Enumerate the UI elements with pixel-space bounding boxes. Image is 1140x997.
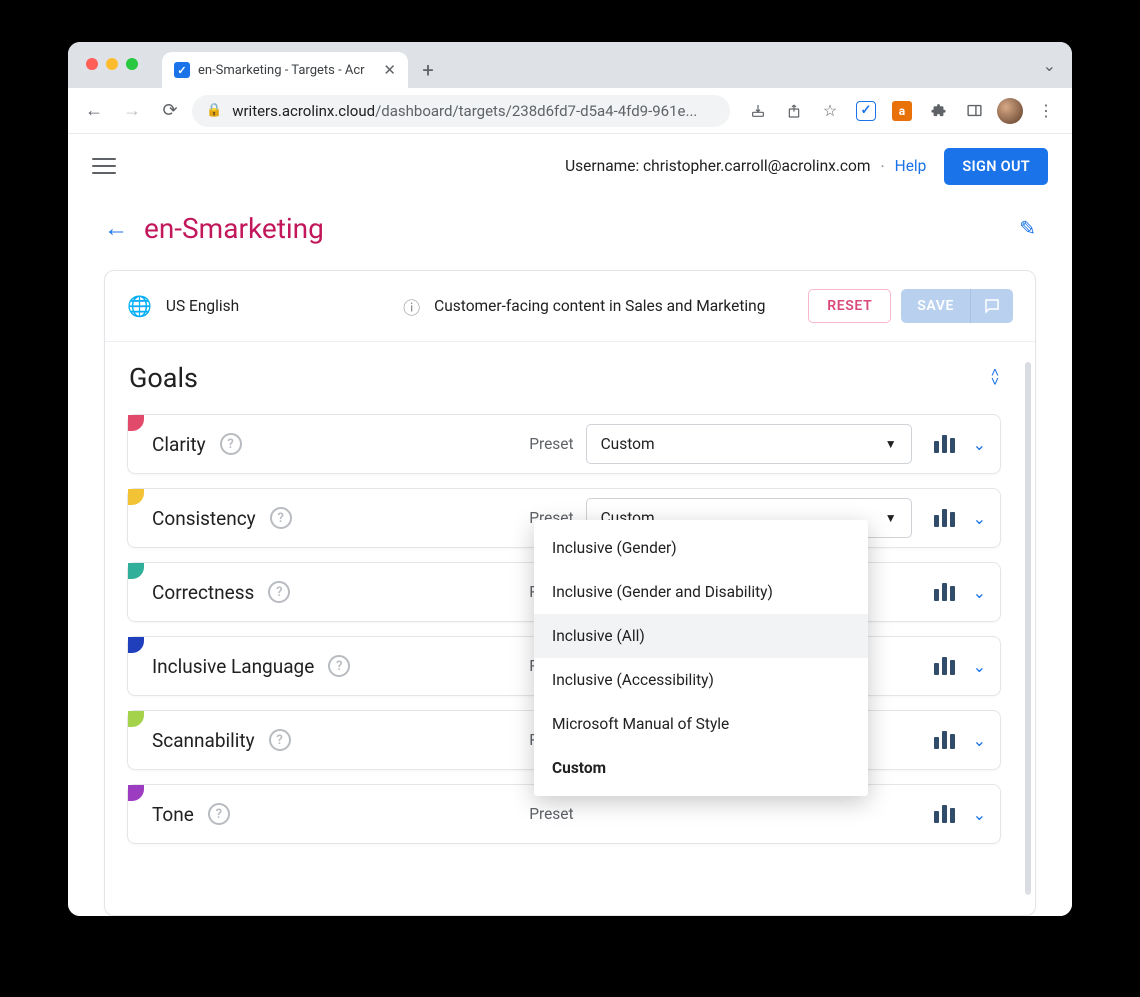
toolbar-right: ☆ ✓ a ⋮ — [742, 95, 1062, 127]
page-title-bar: ← en-Smarketing ✎ — [68, 198, 1072, 258]
extension-acrolinx-icon[interactable]: ✓ — [850, 95, 882, 127]
goal-row-clarity: Clarity ? Preset Custom▼ ⌄ — [127, 414, 1001, 474]
goal-help-icon[interactable]: ? — [328, 655, 350, 677]
bookmark-star-icon[interactable]: ☆ — [814, 95, 846, 127]
tab-close-icon[interactable]: ✕ — [383, 61, 396, 79]
chevron-down-icon[interactable]: ⌄ — [973, 805, 986, 824]
goal-name: Clarity — [152, 433, 206, 456]
app-topbar: Username: christopher.carroll@acrolinx.c… — [68, 134, 1072, 198]
goal-help-icon[interactable]: ? — [268, 581, 290, 603]
install-app-icon[interactable] — [742, 95, 774, 127]
tabs-dropdown-icon[interactable]: ⌄ — [1043, 56, 1056, 75]
preset-option[interactable]: Custom — [534, 746, 868, 790]
preset-option[interactable]: Inclusive (Gender) — [534, 526, 868, 570]
browser-tab-bar: ✓ en-Smarketing - Targets - Acr ✕ + ⌄ — [68, 42, 1072, 88]
goal-color-swatch — [128, 785, 144, 801]
separator-dot: · — [880, 157, 884, 176]
goal-name: Consistency — [152, 507, 256, 530]
bar-chart-icon[interactable] — [934, 435, 955, 453]
reset-button[interactable]: RESET — [808, 289, 891, 323]
goals-section: Goals ˄˅ Clarity ? Preset Custom▼ ⌄ Cons… — [105, 342, 1035, 915]
language-label: US English — [166, 297, 239, 315]
goal-help-icon[interactable]: ? — [270, 507, 292, 529]
username-label: Username: christopher.carroll@acrolinx.c… — [565, 157, 870, 175]
save-comment-button[interactable] — [970, 289, 1013, 323]
goals-heading: Goals — [129, 362, 198, 394]
preset-label: Preset — [529, 435, 573, 453]
expand-collapse-toggle[interactable]: ˄˅ — [991, 369, 999, 387]
extensions-puzzle-icon[interactable] — [922, 95, 954, 127]
scrollbar[interactable] — [1025, 362, 1031, 895]
edit-pencil-icon[interactable]: ✎ — [1019, 216, 1036, 240]
goal-color-swatch — [128, 489, 144, 505]
chevron-down-icon[interactable]: ⌄ — [973, 509, 986, 528]
save-button-group: SAVE — [901, 289, 1013, 323]
panel-side-icon[interactable] — [958, 95, 990, 127]
goal-help-icon[interactable]: ? — [220, 433, 242, 455]
lock-icon: 🔒 — [206, 103, 222, 118]
nav-forward-button[interactable]: → — [116, 95, 148, 127]
goal-color-swatch — [128, 563, 144, 579]
goal-help-icon[interactable]: ? — [269, 729, 291, 751]
info-icon[interactable]: ⓘ — [403, 294, 420, 319]
new-tab-button[interactable]: + — [414, 56, 442, 84]
extension-orange-icon[interactable]: a — [886, 95, 918, 127]
goal-color-swatch — [128, 415, 144, 431]
tab-title: en-Smarketing - Targets - Acr — [198, 63, 375, 78]
tab-favicon: ✓ — [174, 62, 190, 78]
preset-select[interactable]: Custom▼ — [586, 424, 912, 464]
preset-option[interactable]: Inclusive (Accessibility) — [534, 658, 868, 702]
help-link[interactable]: Help — [895, 157, 927, 175]
goal-name: Scannability — [152, 729, 255, 752]
browser-toolbar: ← → ⟳ 🔒 writers.acrolinx.cloud/dashboard… — [68, 88, 1072, 134]
bar-chart-icon[interactable] — [934, 583, 955, 601]
url-text: writers.acrolinx.cloud/dashboard/targets… — [232, 102, 697, 120]
profile-avatar[interactable] — [994, 95, 1026, 127]
sign-out-button[interactable]: SIGN OUT — [944, 148, 1048, 185]
address-bar[interactable]: 🔒 writers.acrolinx.cloud/dashboard/targe… — [192, 95, 730, 127]
minimize-window-button[interactable] — [106, 58, 118, 70]
preset-label: Preset — [529, 805, 573, 823]
preset-option[interactable]: Inclusive (Gender and Disability) — [534, 570, 868, 614]
page-title: en-Smarketing — [144, 212, 324, 245]
preset-option[interactable]: Microsoft Manual of Style — [534, 702, 868, 746]
save-button[interactable]: SAVE — [901, 289, 970, 323]
preset-option[interactable]: Inclusive (All) — [534, 614, 868, 658]
chevron-down-icon[interactable]: ⌄ — [973, 435, 986, 454]
goal-color-swatch — [128, 637, 144, 653]
bar-chart-icon[interactable] — [934, 731, 955, 749]
maximize-window-button[interactable] — [126, 58, 138, 70]
goal-help-icon[interactable]: ? — [208, 803, 230, 825]
browser-menu-icon[interactable]: ⋮ — [1030, 95, 1062, 127]
nav-back-button[interactable]: ← — [78, 95, 110, 127]
bar-chart-icon[interactable] — [934, 657, 955, 675]
preset-dropdown-menu: Inclusive (Gender)Inclusive (Gender and … — [534, 520, 868, 796]
globe-icon: 🌐 — [127, 294, 152, 318]
bar-chart-icon[interactable] — [934, 805, 955, 823]
nav-reload-button[interactable]: ⟳ — [154, 95, 186, 127]
chevron-down-icon[interactable]: ⌄ — [973, 657, 986, 676]
target-description: Customer-facing content in Sales and Mar… — [434, 297, 765, 315]
target-card: 🌐 US English ⓘ Customer-facing content i… — [104, 270, 1036, 916]
app-viewport: Username: christopher.carroll@acrolinx.c… — [68, 134, 1072, 916]
window-controls — [86, 58, 138, 70]
goal-name: Tone — [152, 803, 194, 826]
goal-name: Correctness — [152, 581, 254, 604]
share-icon[interactable] — [778, 95, 810, 127]
goal-color-swatch — [128, 711, 144, 727]
close-window-button[interactable] — [86, 58, 98, 70]
back-arrow-icon[interactable]: ← — [104, 214, 128, 243]
goal-name: Inclusive Language — [152, 655, 314, 678]
chevron-down-icon[interactable]: ⌄ — [973, 731, 986, 750]
browser-tab[interactable]: ✓ en-Smarketing - Targets - Acr ✕ — [162, 52, 408, 88]
target-header: 🌐 US English ⓘ Customer-facing content i… — [105, 271, 1035, 342]
menu-hamburger-icon[interactable] — [92, 153, 116, 179]
bar-chart-icon[interactable] — [934, 509, 955, 527]
chevron-down-icon[interactable]: ⌄ — [973, 583, 986, 602]
browser-window: ✓ en-Smarketing - Targets - Acr ✕ + ⌄ ← … — [68, 42, 1072, 916]
